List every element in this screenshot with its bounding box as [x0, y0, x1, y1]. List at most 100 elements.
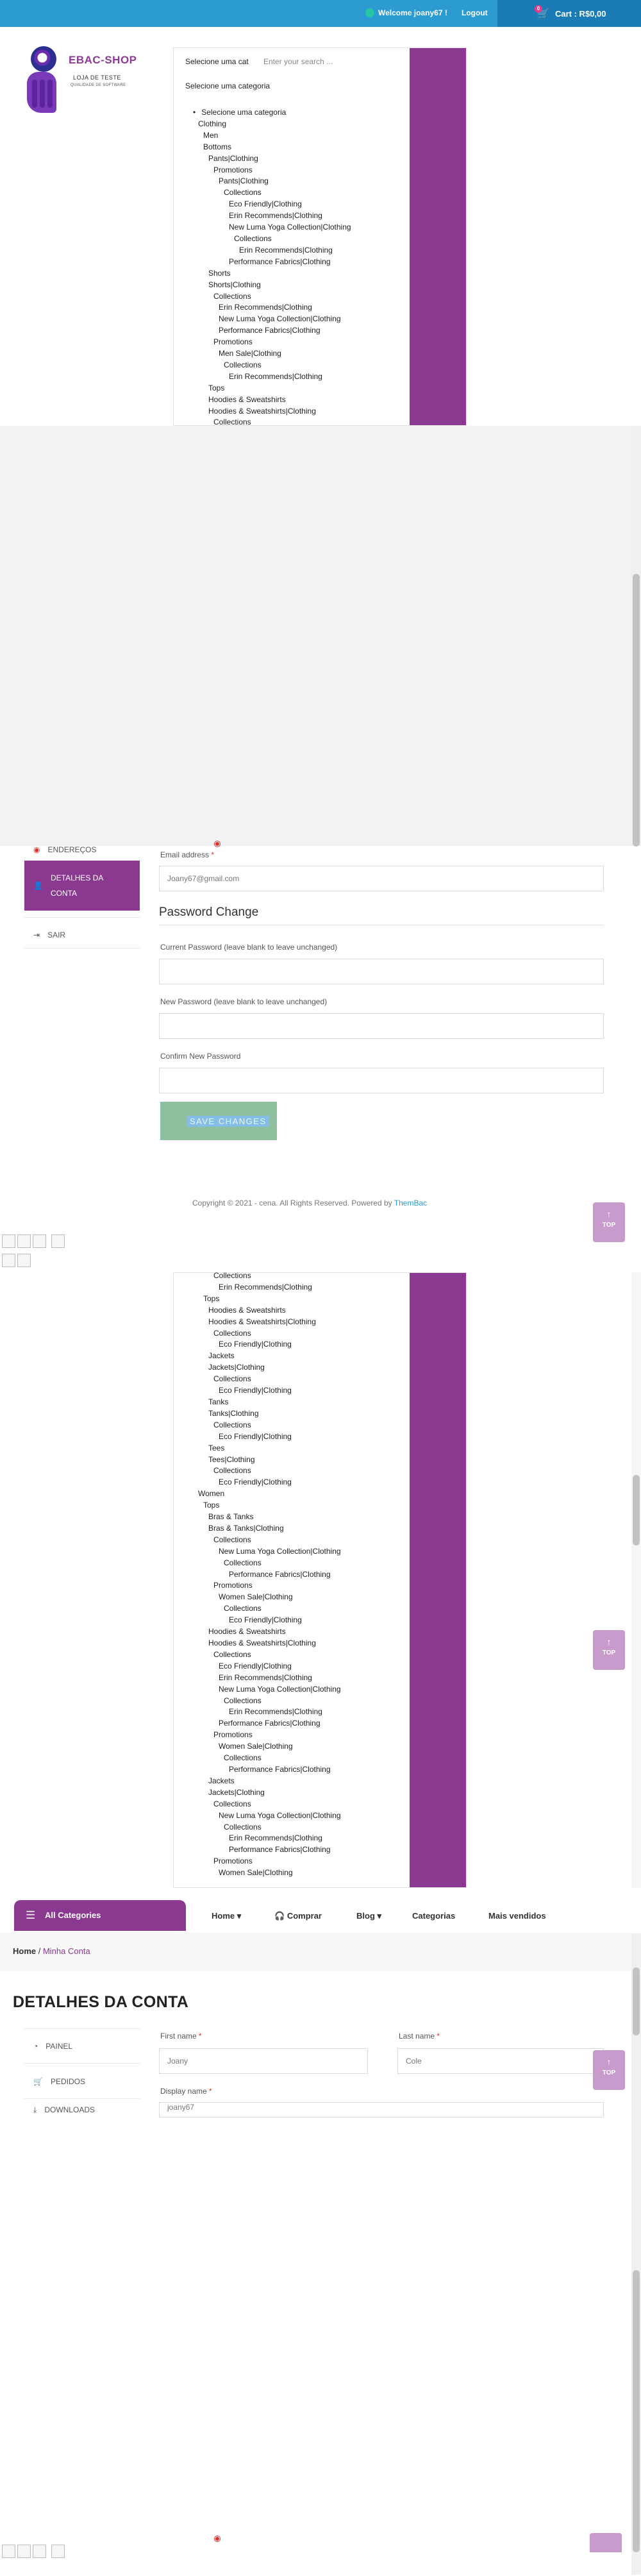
- category-option[interactable]: New Luma Yoga Collection|Clothing: [193, 1546, 341, 1558]
- category-option[interactable]: Hoodies & Sweatshirts: [193, 394, 351, 406]
- category-option[interactable]: Collections: [193, 1649, 341, 1661]
- first-name-field[interactable]: Joany: [159, 2048, 368, 2074]
- category-option[interactable]: Tees: [193, 1443, 341, 1454]
- category-option[interactable]: Collections: [193, 1696, 341, 1707]
- logout-link[interactable]: Logout: [462, 8, 488, 17]
- category-option[interactable]: Tops: [193, 1500, 341, 1511]
- search-input[interactable]: Enter your search ...: [263, 57, 333, 66]
- category-option[interactable]: New Luma Yoga Collection|Clothing: [193, 1684, 341, 1696]
- page-scrollbar-thumb[interactable]: [633, 2270, 640, 2552]
- category-option[interactable]: New Luma Yoga Collection|Clothing: [193, 222, 351, 233]
- category-option[interactable]: Women: [193, 1488, 341, 1500]
- category-option[interactable]: Hoodies & Sweatshirts|Clothing: [193, 406, 351, 417]
- category-option[interactable]: New Luma Yoga Collection|Clothing: [193, 314, 351, 325]
- search-button[interactable]: [410, 48, 466, 425]
- all-categories-button[interactable]: ☰ All Categories: [14, 1900, 186, 1931]
- nav-mais-vendidos[interactable]: Mais vendidos: [488, 1911, 546, 1921]
- category-option[interactable]: Performance Fabrics|Clothing: [193, 1718, 341, 1730]
- display-name-field[interactable]: joany67: [159, 2102, 604, 2117]
- category-option[interactable]: Collections: [193, 1465, 341, 1477]
- category-option[interactable]: Jackets: [193, 1776, 341, 1787]
- category-option[interactable]: Erin Recommends|Clothing: [193, 245, 351, 257]
- category-option[interactable]: Collections: [193, 1420, 341, 1431]
- category-option[interactable]: Women Sale|Clothing: [193, 1867, 341, 1879]
- control-square[interactable]: [51, 1234, 65, 1248]
- category-option[interactable]: Tops: [193, 383, 351, 394]
- back-to-top-button[interactable]: ↑ TOP: [593, 1630, 625, 1670]
- new-password-field[interactable]: [159, 1013, 604, 1039]
- email-field[interactable]: Joany67@gmail.com: [159, 866, 604, 891]
- page-scrollbar-thumb[interactable]: [633, 574, 640, 846]
- control-square[interactable]: [17, 2545, 31, 2558]
- category-option[interactable]: Bras & Tanks: [193, 1511, 341, 1523]
- category-option[interactable]: Collections: [193, 1270, 341, 1282]
- category-option[interactable]: Tanks|Clothing: [193, 1408, 341, 1420]
- category-option[interactable]: Collections: [193, 1603, 341, 1615]
- category-option[interactable]: Women Sale|Clothing: [193, 1592, 341, 1603]
- category-option[interactable]: Pants|Clothing: [193, 153, 351, 165]
- category-option[interactable]: Collections: [193, 1535, 341, 1546]
- back-to-top-button[interactable]: ↑ TOP: [593, 1202, 625, 1242]
- category-option[interactable]: Hoodies & Sweatshirts: [193, 1626, 341, 1638]
- control-square[interactable]: [17, 1254, 31, 1267]
- category-option[interactable]: Bottoms: [193, 142, 351, 153]
- current-password-field[interactable]: [159, 959, 604, 984]
- category-option[interactable]: Collections: [193, 1753, 341, 1764]
- search-button[interactable]: [410, 1273, 466, 1887]
- category-option[interactable]: Performance Fabrics|Clothing: [193, 1569, 341, 1581]
- category-option[interactable]: Collections: [193, 1799, 341, 1810]
- page-scrollbar[interactable]: [631, 1272, 641, 1888]
- category-option[interactable]: Clothing: [193, 119, 351, 130]
- category-option[interactable]: Collections: [193, 1328, 341, 1340]
- category-option[interactable]: Eco Friendly|Clothing: [193, 1477, 341, 1488]
- nav-pedidos[interactable]: 🛒 PEDIDOS: [24, 2068, 140, 2095]
- confirm-password-field[interactable]: [159, 1068, 604, 1093]
- nav-painel[interactable]: ◔ PAINEL: [24, 2033, 140, 2060]
- category-option[interactable]: Jackets: [193, 1351, 341, 1362]
- breadcrumb-home[interactable]: Home: [13, 1946, 36, 1956]
- cart-button[interactable]: 🛒 0 Cart : R$0,00: [497, 0, 641, 27]
- category-option[interactable]: Pants|Clothing: [193, 176, 351, 187]
- category-option[interactable]: Eco Friendly|Clothing: [193, 1615, 341, 1626]
- category-option[interactable]: Erin Recommends|Clothing: [193, 371, 351, 383]
- category-option[interactable]: Promotions: [193, 165, 351, 176]
- category-option[interactable]: Tanks: [193, 1397, 341, 1408]
- save-changes-button[interactable]: SAVE CHANGES: [160, 1102, 277, 1140]
- category-option[interactable]: Performance Fabrics|Clothing: [193, 1764, 341, 1776]
- category-option[interactable]: Hoodies & Sweatshirts: [193, 1305, 341, 1317]
- category-option[interactable]: Erin Recommends|Clothing: [193, 302, 351, 314]
- category-option[interactable]: Collections: [193, 1558, 341, 1569]
- nav-downloads[interactable]: ⤓ DOWNLOADS: [24, 2103, 140, 2116]
- category-option[interactable]: Eco Friendly|Clothing: [193, 1339, 341, 1351]
- welcome-link[interactable]: Welcome joany67 !: [365, 8, 447, 17]
- control-square[interactable]: [33, 1234, 46, 1248]
- nav-blog[interactable]: Blog ▾: [356, 1911, 381, 1921]
- category-option[interactable]: Jackets|Clothing: [193, 1787, 341, 1799]
- category-option[interactable]: Tees|Clothing: [193, 1454, 341, 1466]
- category-option[interactable]: Collections: [193, 1374, 341, 1385]
- category-option[interactable]: Performance Fabrics|Clothing: [193, 257, 351, 268]
- category-option[interactable]: Jackets|Clothing: [193, 1362, 341, 1374]
- control-square[interactable]: [2, 1254, 15, 1267]
- category-option[interactable]: Promotions: [193, 1730, 341, 1741]
- category-option[interactable]: Erin Recommends|Clothing: [193, 1833, 341, 1844]
- nav-categorias[interactable]: Categorias: [412, 1911, 455, 1921]
- back-to-top-button-partial[interactable]: [590, 2533, 622, 2552]
- category-option[interactable]: Erin Recommends|Clothing: [193, 1282, 341, 1293]
- category-option[interactable]: Men Sale|Clothing: [193, 348, 351, 360]
- category-option[interactable]: Promotions: [193, 1856, 341, 1867]
- category-option[interactable]: Erin Recommends|Clothing: [193, 1672, 341, 1684]
- footer-brand-link[interactable]: ThemBac: [394, 1199, 427, 1208]
- category-option[interactable]: Eco Friendly|Clothing: [193, 1431, 341, 1443]
- category-option[interactable]: Promotions: [193, 337, 351, 348]
- category-option[interactable]: Collections: [193, 187, 351, 199]
- category-option[interactable]: Collections: [193, 360, 351, 371]
- page-scrollbar-thumb[interactable]: [633, 1967, 640, 2035]
- category-option[interactable]: Promotions: [193, 1580, 341, 1592]
- site-logo[interactable]: EBAC-SHOP LOJA DE TESTE QUALIDADE DE SOF…: [27, 46, 149, 117]
- category-option[interactable]: Women Sale|Clothing: [193, 1741, 341, 1753]
- category-option[interactable]: Erin Recommends|Clothing: [193, 1706, 341, 1718]
- control-square[interactable]: [33, 2545, 46, 2558]
- category-option[interactable]: Collections: [193, 233, 351, 245]
- category-option[interactable]: Eco Friendly|Clothing: [193, 199, 351, 210]
